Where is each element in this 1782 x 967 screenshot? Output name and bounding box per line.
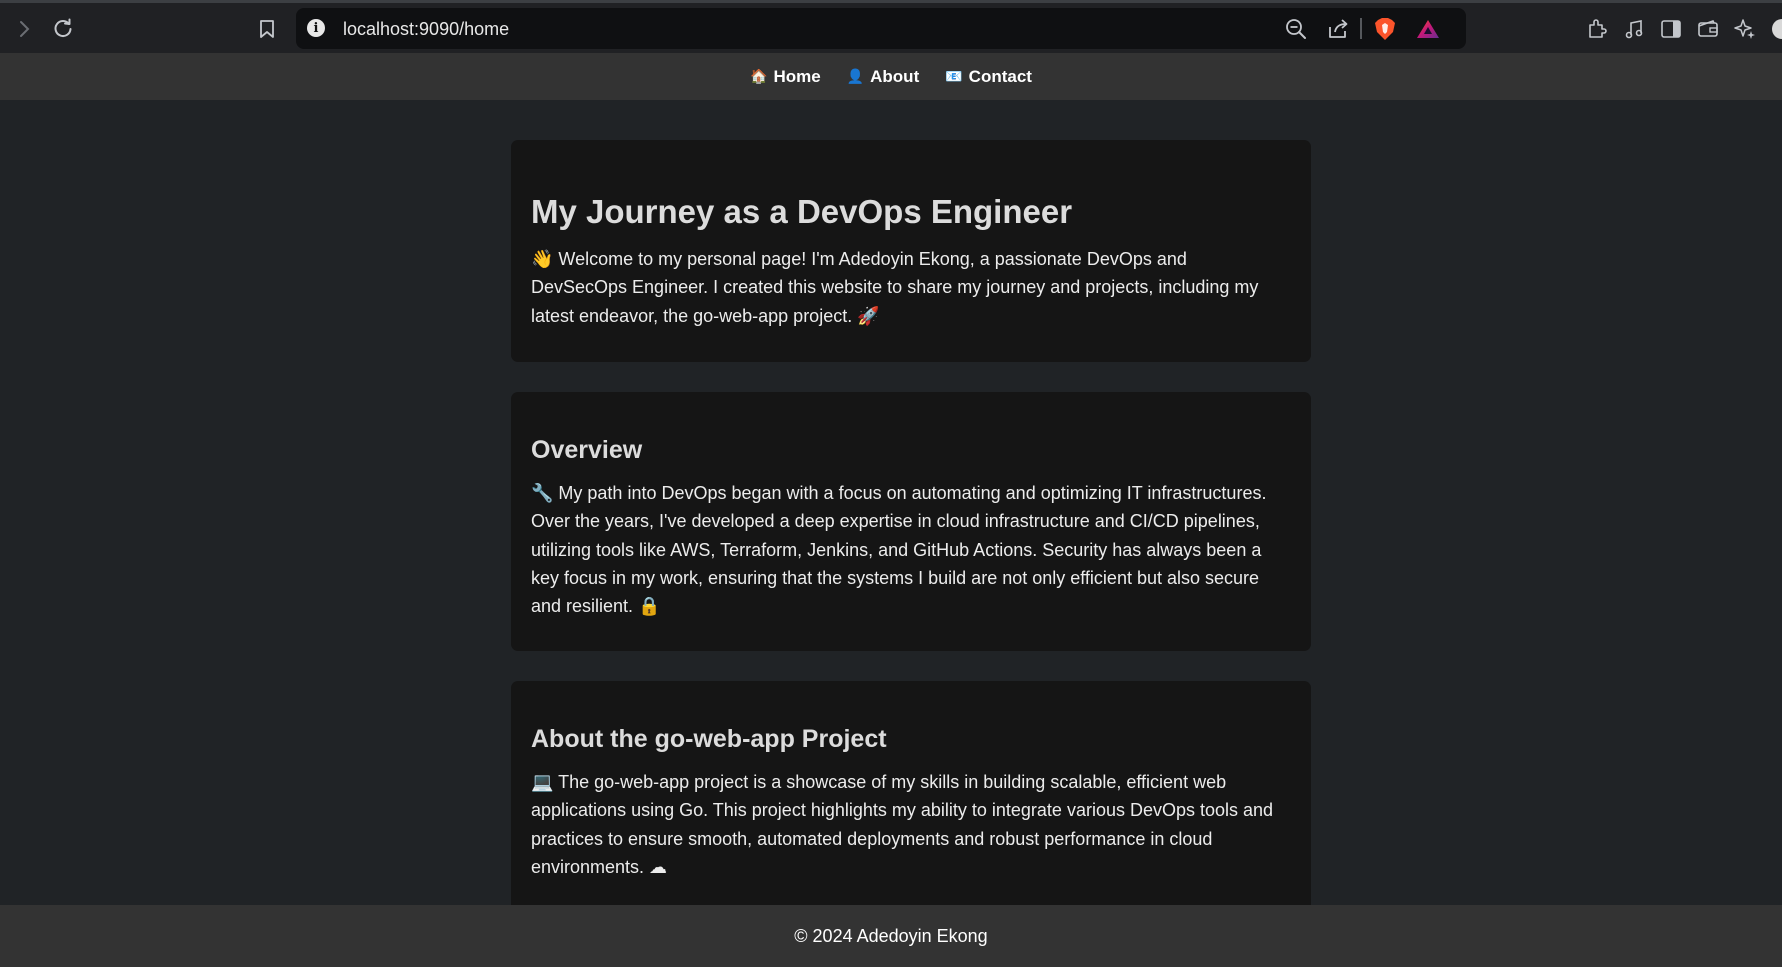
zoom-out-icon[interactable] — [1282, 15, 1310, 43]
site-info-icon[interactable]: i — [307, 19, 325, 37]
house-icon: 🏠 — [750, 68, 768, 84]
nav-contact-link[interactable]: 📧 Contact — [945, 67, 1032, 87]
browser-toolbar: i localhost:9090/home — [0, 0, 1782, 53]
nav-home-link[interactable]: 🏠 Home — [750, 67, 821, 87]
profile-avatar[interactable] — [1772, 19, 1782, 39]
leo-ai-icon[interactable] — [1731, 15, 1759, 43]
address-bar[interactable]: i localhost:9090/home — [296, 8, 1466, 49]
extensions-icon[interactable] — [1583, 15, 1611, 43]
email-icon: 📧 — [945, 68, 963, 84]
project-card: About the go-web-app Project 💻 The go-we… — [511, 681, 1311, 941]
share-icon[interactable] — [1324, 15, 1352, 43]
bookmark-icon[interactable] — [253, 15, 281, 43]
project-text: 💻 The go-web-app project is a showcase o… — [531, 772, 1274, 877]
intro-card: My Journey as a DevOps Engineer 👋 Welcom… — [511, 140, 1311, 362]
overview-card: Overview 🔧 My path into DevOps began wit… — [511, 392, 1311, 651]
site-navbar: 🏠 Home 👤 About 📧 Contact — [0, 53, 1782, 100]
project-heading: About the go-web-app Project — [531, 725, 887, 753]
nav-home-label[interactable]: Home — [773, 67, 820, 87]
reload-icon[interactable] — [49, 15, 77, 43]
media-icon[interactable] — [1620, 15, 1648, 43]
nav-about-label[interactable]: About — [870, 67, 919, 87]
wallet-icon[interactable] — [1694, 15, 1722, 43]
overview-text: 🔧 My path into DevOps began with a focus… — [531, 483, 1267, 617]
brave-shields-icon[interactable] — [1371, 15, 1399, 43]
page-title: My Journey as a DevOps Engineer — [531, 193, 1073, 230]
overview-heading: Overview — [531, 436, 643, 464]
nav-about-link[interactable]: 👤 About — [847, 67, 920, 87]
person-icon: 👤 — [846, 68, 865, 84]
site-footer: © 2024 Adedoyin Ekong — [0, 905, 1782, 967]
intro-text: 👋 Welcome to my personal page! I'm Adedo… — [531, 249, 1259, 326]
copyright-text: © 2024 Adedoyin Ekong — [794, 925, 988, 946]
forward-icon[interactable] — [11, 15, 39, 43]
toolbar-separator — [1360, 18, 1362, 39]
brave-rewards-icon[interactable] — [1414, 15, 1442, 43]
nav-contact-label[interactable]: Contact — [969, 67, 1032, 87]
sidebar-icon[interactable] — [1657, 15, 1685, 43]
url-text[interactable]: localhost:9090/home — [343, 19, 509, 40]
